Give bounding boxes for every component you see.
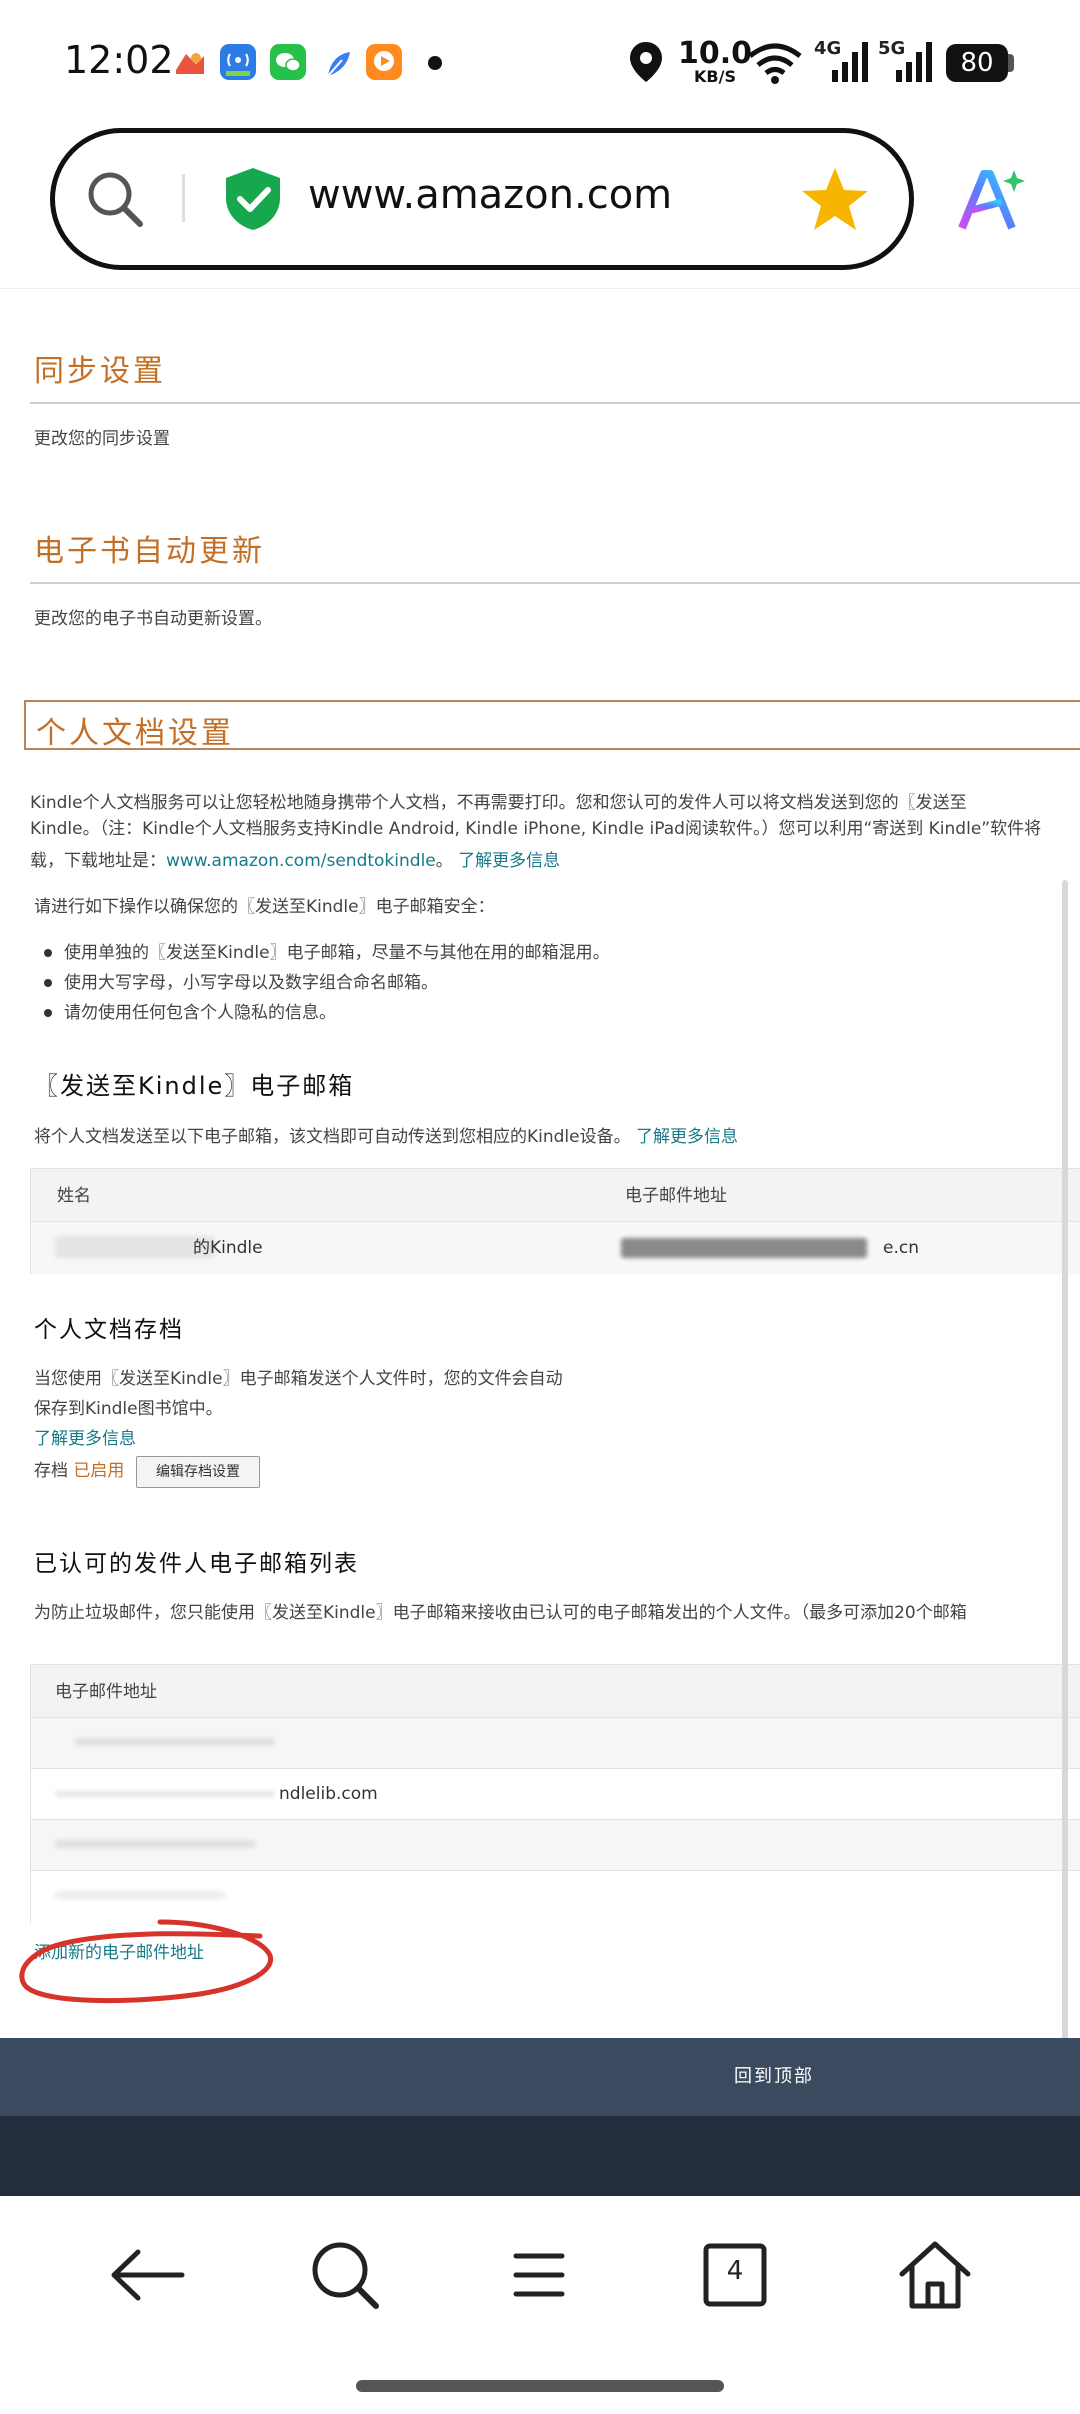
tabs-icon[interactable]: 4 bbox=[690, 2230, 780, 2320]
feather-app-icon bbox=[320, 46, 356, 82]
learn-more-link-archive[interactable]: 了解更多信息 bbox=[34, 1424, 136, 1454]
safety-bullets: 使用单独的〖发送至Kindle〗电子邮箱，尽量不与其他在用的邮箱混用。 使用大写… bbox=[44, 938, 610, 1028]
redacted-email-1 bbox=[75, 1738, 275, 1746]
redacted-email bbox=[621, 1238, 867, 1258]
archive-desc-1: 当您使用〖发送至Kindle〗电子邮箱发送个人文件时，您的文件会自动 bbox=[34, 1369, 563, 1389]
battery-cap bbox=[1008, 54, 1014, 72]
kindle-email-table: 姓名 电子邮件地址 的Kindle e.cn bbox=[30, 1168, 1080, 1274]
personal-docs-intro-2: Kindle。（注：Kindle个人文档服务支持Kindle Android, … bbox=[30, 819, 1042, 839]
search-icon[interactable] bbox=[300, 2230, 390, 2320]
redacted-name bbox=[55, 1236, 215, 1258]
signal-5g: 5G bbox=[878, 38, 934, 84]
col-email: 电子邮件地址 bbox=[625, 1186, 727, 1206]
table-row[interactable]: ndlelib.com bbox=[31, 1769, 1080, 1820]
page-scrollbar[interactable] bbox=[1062, 880, 1068, 2090]
menu-icon[interactable] bbox=[494, 2230, 584, 2320]
hotspot-app-icon bbox=[220, 44, 256, 80]
home-indicator[interactable] bbox=[356, 2380, 724, 2392]
approved-senders-desc: 为防止垃圾邮件，您只能使用〖发送至Kindle〗电子邮箱来接收由已认可的电子邮箱… bbox=[34, 1603, 967, 1623]
safety-intro: 请进行如下操作以确保您的〖发送至Kindle〗电子邮箱安全： bbox=[34, 897, 495, 917]
video-app-icon bbox=[366, 44, 402, 80]
redacted-email-4 bbox=[55, 1891, 225, 1899]
sync-settings-desc[interactable]: 更改您的同步设置 bbox=[34, 424, 170, 454]
search-icon[interactable] bbox=[84, 168, 146, 234]
game-app-icon bbox=[172, 46, 208, 82]
approved-senders-title: 已认可的发件人电子邮箱列表 bbox=[34, 1551, 359, 1577]
ai-assistant-icon[interactable] bbox=[956, 166, 1028, 238]
back-to-top-link[interactable]: 回到顶部 bbox=[734, 2062, 814, 2088]
location-icon bbox=[628, 40, 664, 88]
url-text[interactable]: www.amazon.com bbox=[308, 172, 672, 218]
redacted-email-2 bbox=[55, 1791, 275, 1797]
auto-update-desc[interactable]: 更改您的电子书自动更新设置。 bbox=[34, 604, 272, 634]
safety-bullet-1: 使用单独的〖发送至Kindle〗电子邮箱，尽量不与其他在用的邮箱混用。 bbox=[44, 938, 610, 968]
table-row[interactable]: 的Kindle e.cn bbox=[31, 1222, 1080, 1274]
sendtokindle-link[interactable]: www.amazon.com/sendtokindle bbox=[166, 851, 436, 871]
footer-dark-band bbox=[0, 2116, 1080, 2196]
edit-archive-settings-button[interactable]: 编辑存档设置 bbox=[136, 1456, 260, 1488]
col-name: 姓名 bbox=[57, 1186, 91, 1206]
kindle-email-desc: 将个人文档发送至以下电子邮箱，该文档即可自动传送到您相应的Kindle设备。 了… bbox=[34, 1127, 739, 1147]
star-icon[interactable] bbox=[800, 166, 870, 236]
table-row[interactable] bbox=[31, 1820, 1080, 1871]
table-row[interactable] bbox=[31, 1718, 1080, 1769]
sync-settings-rule bbox=[30, 402, 1080, 404]
archive-status: 已启用 bbox=[73, 1461, 125, 1481]
url-bar-bottom-rule bbox=[0, 288, 1080, 289]
safety-bullet-3: 请勿使用任何包含个人隐私的信息。 bbox=[44, 998, 610, 1028]
kindle-email-table-header: 姓名 电子邮件地址 bbox=[31, 1169, 1080, 1222]
auto-update-title: 电子书自动更新 bbox=[34, 534, 265, 569]
dot-icon bbox=[428, 56, 442, 70]
personal-docs-intro-3: 载，下载地址是：www.amazon.com/sendtokindle。 了解更… bbox=[30, 851, 561, 871]
status-time: 12:02 bbox=[64, 38, 174, 82]
row-email-suffix: e.cn bbox=[883, 1238, 919, 1258]
archive-title: 个人文档存档 bbox=[34, 1317, 184, 1343]
battery-indicator: 80 bbox=[946, 44, 1008, 82]
network-speed: 10.0 KB/S bbox=[678, 36, 753, 86]
archive-status-row: 存档 已启用 bbox=[34, 1461, 125, 1481]
approved-senders-table: 电子邮件地址 ndlelib.com bbox=[30, 1664, 1080, 1925]
auto-update-rule bbox=[30, 582, 1080, 584]
learn-more-link-kindle-email[interactable]: 了解更多信息 bbox=[636, 1127, 738, 1147]
address-bar-divider bbox=[182, 174, 185, 222]
approved-senders-table-header: 电子邮件地址 bbox=[31, 1665, 1080, 1718]
wifi-icon bbox=[746, 42, 804, 88]
home-icon[interactable] bbox=[890, 2230, 980, 2320]
redacted-email-3 bbox=[55, 1840, 255, 1848]
back-arrow-icon[interactable] bbox=[102, 2230, 192, 2320]
learn-more-link-intro[interactable]: 了解更多信息 bbox=[458, 851, 560, 871]
personal-docs-title: 个人文档设置 bbox=[36, 716, 234, 751]
wechat-icon bbox=[270, 44, 306, 80]
shield-check-icon[interactable] bbox=[222, 166, 284, 236]
approved-email-2-suffix: ndlelib.com bbox=[279, 1784, 378, 1804]
archive-desc-2: 保存到Kindle图书馆中。 bbox=[34, 1399, 223, 1419]
signal-4g: 4G bbox=[814, 38, 870, 84]
kindle-email-title: 〖发送至Kindle〗电子邮箱 bbox=[34, 1072, 355, 1100]
tabs-count: 4 bbox=[726, 2256, 744, 2286]
safety-bullet-2: 使用大写字母，小写字母以及数字组合命名邮箱。 bbox=[44, 968, 610, 998]
sync-settings-title: 同步设置 bbox=[34, 354, 166, 389]
back-to-top-bar[interactable] bbox=[0, 2038, 1080, 2116]
row-name-suffix: 的Kindle bbox=[193, 1238, 263, 1258]
red-circle-annotation bbox=[19, 1919, 274, 2004]
col-email-approved: 电子邮件地址 bbox=[55, 1682, 157, 1702]
